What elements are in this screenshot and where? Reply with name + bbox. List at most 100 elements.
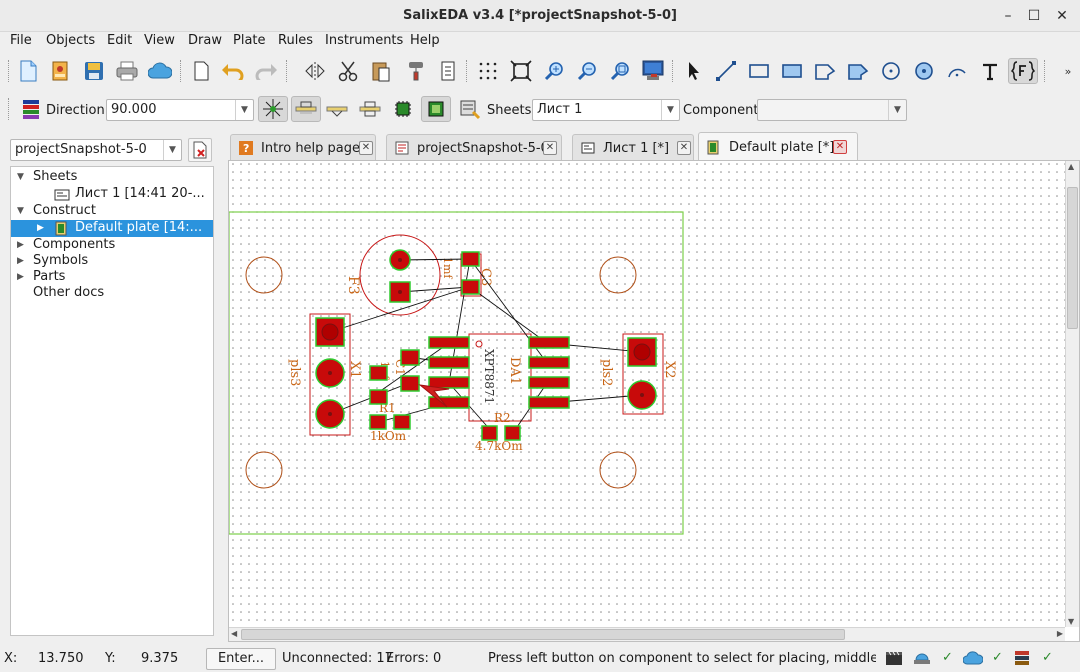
cloud-sync-icon[interactable] <box>963 648 983 668</box>
menu-instruments[interactable]: Instruments <box>325 33 403 48</box>
square-pad[interactable] <box>627 337 657 367</box>
chip-pin[interactable] <box>428 396 470 409</box>
zoom-fit-icon[interactable] <box>508 58 534 84</box>
zoom-selection-icon[interactable] <box>607 58 633 84</box>
grid-icon[interactable] <box>475 58 501 84</box>
scroll-down-icon[interactable]: ▼ <box>1068 617 1074 626</box>
undo-icon[interactable] <box>220 58 246 84</box>
text-tool-icon[interactable] <box>977 58 1003 84</box>
close-window-button[interactable]: ✕ <box>1052 6 1072 26</box>
tree-item-parts[interactable]: ▶ Parts <box>11 269 213 286</box>
tab-intro-help[interactable]: ? Intro help page ✕ <box>230 134 376 162</box>
square-pad[interactable] <box>315 317 345 347</box>
chip-pin[interactable] <box>528 336 570 349</box>
component-combo[interactable]: ▼ <box>757 99 907 121</box>
tab-project-snapshot[interactable]: projectSnapshot-5-0 ✕ <box>386 134 562 162</box>
tree-item-components[interactable]: ▶ Components <box>11 237 213 254</box>
zoom-in-icon[interactable] <box>541 58 567 84</box>
zoom-out-icon[interactable] <box>574 58 600 84</box>
tree-item-symbols[interactable]: ▶ Symbols <box>11 253 213 270</box>
pcb-canvas[interactable]: F3 C3 1mf X1 pls3 C1 1uf R1 1kOm DA1 XPT… <box>229 161 1065 627</box>
enter-coordinates-button[interactable]: Enter... <box>206 648 276 670</box>
clapperboard-icon[interactable] <box>884 648 904 668</box>
vertical-scrollbar[interactable]: ▲ ▼ <box>1065 161 1079 627</box>
circle-tool-icon[interactable] <box>878 58 904 84</box>
chip-pin[interactable] <box>528 376 570 389</box>
cut-icon[interactable] <box>335 58 361 84</box>
select-pointer-icon[interactable] <box>681 58 707 84</box>
chip-pin[interactable] <box>428 356 470 369</box>
toolbar-overflow-icon[interactable]: » <box>1060 58 1076 84</box>
new-file-icon[interactable] <box>15 58 41 84</box>
menu-edit[interactable]: Edit <box>107 33 132 48</box>
minimize-button[interactable]: – <box>998 6 1018 26</box>
save-icon[interactable] <box>81 58 107 84</box>
snap-center-icon[interactable] <box>258 96 288 122</box>
round-pad[interactable] <box>389 249 411 271</box>
smd-pad[interactable] <box>461 251 480 267</box>
maximize-button[interactable]: ☐ <box>1024 6 1044 26</box>
menu-view[interactable]: View <box>144 33 175 48</box>
paste-icon[interactable] <box>368 58 394 84</box>
menu-plate[interactable]: Plate <box>233 33 266 48</box>
chip-outline-icon[interactable] <box>390 96 416 122</box>
chip-filled-icon[interactable] <box>421 96 451 122</box>
tree-item-sheets[interactable]: ▼ Sheets <box>11 169 213 186</box>
library-icon[interactable] <box>1012 648 1032 668</box>
redo-icon[interactable] <box>253 58 279 84</box>
chip-pin[interactable] <box>428 336 470 349</box>
menu-rules[interactable]: Rules <box>278 33 313 48</box>
both-sides-icon[interactable] <box>357 96 383 122</box>
scroll-up-icon[interactable]: ▲ <box>1068 162 1074 171</box>
bottom-side-icon[interactable] <box>324 96 350 122</box>
direction-combo[interactable]: 90.000 ▼ <box>106 99 254 121</box>
arc-tool-icon[interactable] <box>944 58 970 84</box>
smd-pad[interactable] <box>369 414 387 430</box>
filled-rectangle-tool-icon[interactable] <box>779 58 805 84</box>
tree-item-construct[interactable]: ▼ Construct <box>11 203 213 220</box>
menu-objects[interactable]: Objects <box>46 33 95 48</box>
square-pad[interactable] <box>389 281 411 303</box>
field-tool-icon[interactable] <box>1008 58 1038 84</box>
scroll-right-icon[interactable]: ▶ <box>1057 629 1063 638</box>
close-tab-icon[interactable]: ✕ <box>677 141 691 155</box>
sheets-combo[interactable]: Лист 1 ▼ <box>532 99 680 121</box>
print-icon[interactable] <box>114 58 140 84</box>
tree-item-default-plate[interactable]: ▶ Default plate [14:... <box>11 220 213 237</box>
smd-pad[interactable] <box>461 279 480 295</box>
tab-sheet-list1[interactable]: Лист 1 [*] ✕ <box>572 134 694 162</box>
round-pad[interactable] <box>315 399 345 429</box>
polygon-tool-icon[interactable] <box>812 58 838 84</box>
layers-icon[interactable] <box>18 96 44 122</box>
document-properties-icon[interactable] <box>435 58 461 84</box>
scroll-left-icon[interactable]: ◀ <box>231 629 237 638</box>
menu-file[interactable]: File <box>10 33 32 48</box>
new-sheet-icon[interactable] <box>188 58 214 84</box>
smd-pad[interactable] <box>481 425 498 441</box>
tree-item-sheet-list1[interactable]: Лист 1 [14:41 20-... <box>11 186 213 203</box>
close-project-icon[interactable] <box>188 138 212 162</box>
round-pad[interactable] <box>315 358 345 388</box>
smd-pad[interactable] <box>400 375 420 392</box>
horizontal-scrollbar[interactable]: ◀ ▶ <box>229 627 1065 641</box>
rectangle-tool-icon[interactable] <box>746 58 772 84</box>
top-side-icon[interactable] <box>291 96 321 122</box>
tab-default-plate[interactable]: Default plate [*] ✕ <box>698 132 858 162</box>
smd-pad[interactable] <box>504 425 521 441</box>
menu-help[interactable]: Help <box>410 33 440 48</box>
smd-pad[interactable] <box>369 365 388 381</box>
menu-draw[interactable]: Draw <box>188 33 222 48</box>
round-pad[interactable] <box>627 380 657 410</box>
remote-icon[interactable] <box>912 648 932 668</box>
smd-pad[interactable] <box>369 389 388 405</box>
sheets-link-icon[interactable] <box>457 96 483 122</box>
close-tab-icon[interactable]: ✕ <box>359 141 373 155</box>
open-project-icon[interactable] <box>47 58 73 84</box>
smd-pad[interactable] <box>393 414 411 430</box>
horizontal-scroll-thumb[interactable] <box>241 629 845 640</box>
format-painter-icon[interactable] <box>403 58 429 84</box>
line-tool-icon[interactable] <box>713 58 739 84</box>
cloud-icon[interactable] <box>147 58 173 84</box>
vertical-scroll-thumb[interactable] <box>1067 187 1078 329</box>
monitor-icon[interactable] <box>640 58 666 84</box>
